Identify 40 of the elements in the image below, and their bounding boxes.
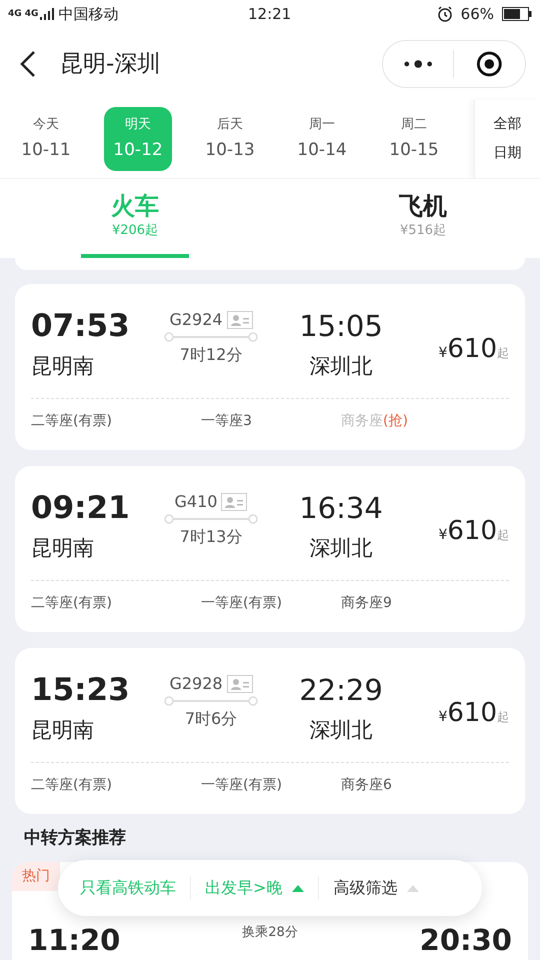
departure-time: 07:53 [31,308,131,344]
arrival-station: 深圳北 [310,717,372,744]
arrival-station: 深圳北 [310,535,372,562]
trip-duration: 7时6分 [184,708,238,730]
clock: 12:21 [248,4,292,25]
arrival-time: 22:29 [299,672,383,708]
section-heading: 中转方案推荐 [24,827,127,850]
train-number: G2928 [169,673,223,695]
seat-availability: 一等座(有票) [200,594,283,613]
departure-time: 11:20 [28,922,120,956]
price: ¥610起 [438,697,509,730]
arrival-time: 15:05 [299,308,383,344]
departure-time: 15:23 [31,672,131,708]
departure-station: 昆明南 [31,717,95,744]
seat-availability: 商务座6 [340,776,392,795]
page-title: 昆明-深圳 [60,50,160,79]
arrival-time: 20:30 [420,922,512,956]
seat-availability: 二等座(有票) [31,594,113,613]
trip-duration: 7时13分 [180,526,242,548]
departure-station: 昆明南 [31,353,95,380]
hot-tag: 热门 [12,862,60,890]
departure-station: 昆明南 [31,535,95,562]
battery-percent: 66% [460,4,494,25]
carrier-name: 中国移动 [58,4,118,25]
train-number: G2924 [169,309,223,331]
arrival-time: 16:34 [299,490,383,526]
train-number: G410 [174,491,218,513]
price: ¥610起 [438,333,509,366]
arrival-station: 深圳北 [310,353,372,380]
price: ¥610起 [438,515,509,548]
seat-availability: 商务座(抢) [340,412,408,431]
trip-duration: 7时12分 [180,344,242,366]
seat-availability: 一等座3 [200,412,253,431]
seat-availability: 商务座9 [340,594,392,613]
departure-time: 09:21 [31,490,131,526]
seat-availability: 二等座(有票) [31,412,113,431]
seat-availability: 二等座(有票) [31,776,113,795]
network-indicator: 4G 4G [8,9,38,19]
seat-availability: 一等座(有票) [200,776,283,795]
transfer-duration: 换乘28分 [242,924,298,942]
